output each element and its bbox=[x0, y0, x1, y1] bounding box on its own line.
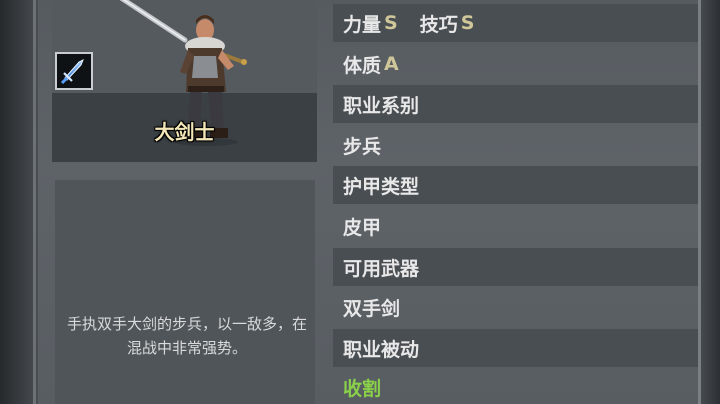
class-name-label: 大剑士 bbox=[154, 120, 215, 144]
constitution-label: 体质 bbox=[343, 54, 382, 77]
armor-type-label-row: 护甲类型 bbox=[333, 166, 698, 204]
weapons-label: 可用武器 bbox=[343, 257, 420, 280]
stat-row-constitution: 体质 A bbox=[333, 45, 698, 83]
armor-type-value-row: 皮甲 bbox=[333, 207, 698, 245]
class-type-label-row: 职业系别 bbox=[333, 85, 698, 123]
sword-icon[interactable] bbox=[55, 52, 93, 90]
strength-label: 力量 bbox=[343, 13, 382, 36]
strength-grade: S bbox=[384, 12, 398, 34]
passive-label: 职业被动 bbox=[343, 338, 420, 361]
class-type-value-row: 步兵 bbox=[333, 126, 698, 164]
passive-label-row: 职业被动 bbox=[333, 329, 698, 367]
weapons-value: 双手剑 bbox=[343, 297, 401, 320]
constitution-grade: A bbox=[384, 53, 399, 75]
skill-label: 技巧 bbox=[419, 13, 458, 36]
left-frame-border bbox=[0, 0, 38, 404]
passive-skill-link[interactable]: 收割 bbox=[343, 374, 381, 401]
class-type-label: 职业系别 bbox=[343, 94, 420, 117]
right-frame-border bbox=[698, 0, 720, 404]
armor-type-label: 护甲类型 bbox=[343, 175, 420, 198]
class-description: 手执双手大剑的步兵，以一敌多，在混战中非常强势。 bbox=[66, 315, 307, 357]
class-type-value: 步兵 bbox=[343, 135, 382, 158]
armor-type-value: 皮甲 bbox=[343, 216, 382, 239]
class-detail-screen: 大剑士 手执双手大剑的步兵，以一敌多，在混战中非常强势。 力量 S 技巧 S 体… bbox=[0, 0, 720, 404]
description-panel bbox=[55, 180, 315, 404]
stat-row-strength-skill: 力量 S 技巧 S bbox=[333, 4, 698, 42]
passive-value-row[interactable]: 收割 bbox=[333, 368, 698, 404]
weapons-label-row: 可用武器 bbox=[333, 248, 698, 286]
skill-grade: S bbox=[460, 12, 475, 34]
weapons-value-row: 双手剑 bbox=[333, 288, 698, 326]
